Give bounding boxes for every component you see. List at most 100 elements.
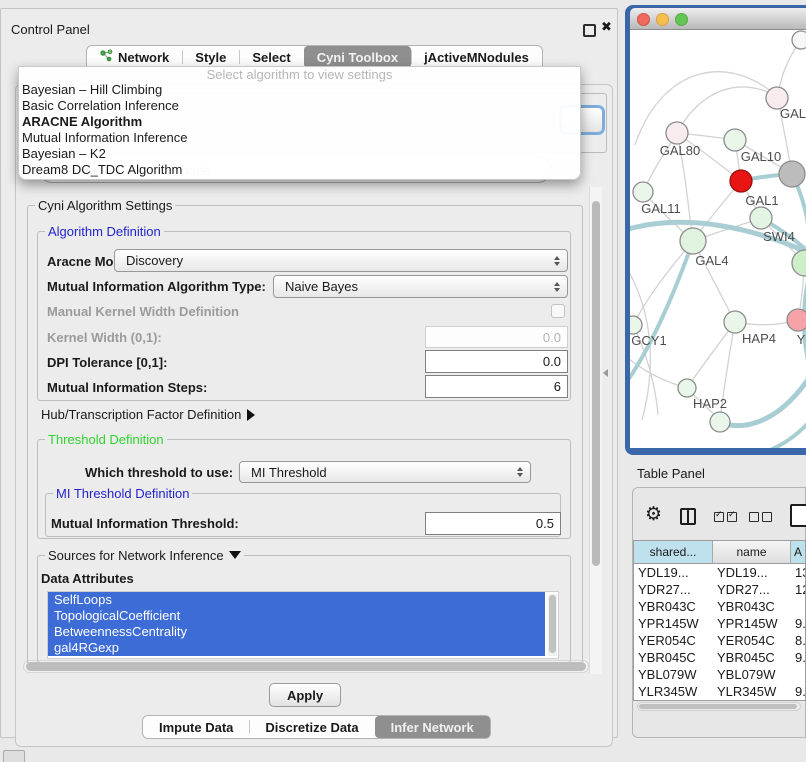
- table-row[interactable]: YBR045C YBR045C 9.: [634, 649, 805, 666]
- algorithm-dropdown-popup: Select algorithm to view settings Bayesi…: [18, 66, 581, 180]
- settings-vertical-scrollbar[interactable]: [589, 187, 602, 674]
- node-table: shared... name A YDL19... YDL19... 13 YD…: [633, 540, 806, 701]
- sources-group-label[interactable]: Sources for Network Inference: [45, 548, 244, 563]
- apply-button[interactable]: Apply: [269, 683, 341, 707]
- tab-cyni-toolbox-label: Cyni Toolbox: [317, 50, 398, 65]
- network-node[interactable]: [779, 161, 805, 187]
- table-row[interactable]: YIL052C YIL052C 9: [634, 700, 805, 701]
- zoom-traffic-light-icon[interactable]: [675, 13, 688, 26]
- column-header-cut[interactable]: A: [791, 541, 805, 563]
- mi-type-combo[interactable]: Naive Bayes: [273, 275, 568, 298]
- scrollbar-thumb[interactable]: [639, 704, 797, 709]
- network-node[interactable]: [710, 412, 730, 432]
- new-table-icon[interactable]: [790, 504, 806, 527]
- deselect-all-columns-icon[interactable]: [749, 512, 772, 522]
- attribute-list-item[interactable]: gal4RGexp: [48, 640, 545, 656]
- hub-definition-toggle[interactable]: Hub/Transcription Factor Definition: [41, 407, 255, 422]
- algorithm-popup-list: Bayesian – Hill ClimbingBasic Correlatio…: [19, 82, 580, 178]
- network-node[interactable]: [792, 250, 806, 276]
- cell-name: YIL052C: [713, 700, 791, 701]
- split-columns-icon[interactable]: [680, 508, 696, 525]
- mi-steps-field[interactable]: 6: [425, 375, 568, 398]
- tab-jactivemnodules[interactable]: jActiveMNodules: [411, 46, 542, 68]
- table-row[interactable]: YBL079W YBL079W: [634, 666, 805, 683]
- column-header-shared-name[interactable]: shared...: [634, 541, 713, 563]
- network-node-GCY1[interactable]: [630, 316, 642, 334]
- scrollbar-thumb[interactable]: [549, 595, 556, 653]
- minimize-traffic-light-icon[interactable]: [656, 13, 669, 26]
- attribute-list-item[interactable]: BetweennessCentrality: [48, 624, 545, 640]
- network-node-GAL4[interactable]: [680, 228, 706, 254]
- sources-title: Sources for Network Inference: [48, 548, 224, 563]
- cell-shared-name: YPR145W: [634, 615, 713, 632]
- network-node-GAL10[interactable]: [724, 129, 746, 151]
- kernel-width-field[interactable]: 0.0: [425, 326, 568, 348]
- tab-select-label: Select: [252, 50, 290, 65]
- network-node-HAP2[interactable]: [678, 379, 696, 397]
- cell-name: YLR345W: [713, 683, 791, 700]
- panel-splitter-arrow[interactable]: [603, 369, 608, 377]
- cell-shared-name: YDL19...: [634, 564, 713, 581]
- column-header-name[interactable]: name: [713, 541, 791, 563]
- attribute-list-item[interactable]: TopologicalCoefficient: [48, 608, 545, 624]
- algorithm-popup-item[interactable]: Basic Correlation Inference: [19, 98, 580, 114]
- tab-network[interactable]: Network: [87, 46, 182, 68]
- tab-infer-network[interactable]: Infer Network: [375, 716, 490, 738]
- apply-label: Apply: [287, 688, 323, 703]
- table-panel-toolbar: ⚙: [632, 500, 806, 536]
- table-row[interactable]: YBR043C YBR043C: [634, 598, 805, 615]
- expand-right-icon: [247, 409, 255, 421]
- tab-impute-data[interactable]: Impute Data: [143, 716, 249, 738]
- attributes-scrollbar[interactable]: [548, 594, 557, 656]
- tab-jactivemnodules-label: jActiveMNodules: [424, 50, 529, 65]
- gear-icon[interactable]: ⚙: [645, 503, 662, 525]
- attribute-list-item[interactable]: SelfLoops: [48, 592, 545, 608]
- corner-grip-button[interactable]: [3, 750, 25, 762]
- network-node-HAP4[interactable]: [724, 311, 746, 333]
- tab-style-label: Style: [195, 50, 226, 65]
- which-threshold-label: Which threshold to use:: [85, 465, 233, 480]
- network-node-SWI4[interactable]: [750, 207, 772, 229]
- close-icon[interactable]: ✖: [601, 20, 612, 35]
- network-node-Y[interactable]: [787, 309, 806, 331]
- table-row[interactable]: YPR145W YPR145W 9.: [634, 615, 805, 632]
- network-node-GAL80[interactable]: [666, 122, 688, 144]
- which-threshold-combo[interactable]: MI Threshold: [239, 461, 531, 483]
- table-row[interactable]: YLR345W YLR345W 9.: [634, 683, 805, 700]
- table-row[interactable]: YER054C YER054C 8.: [634, 632, 805, 649]
- close-traffic-light-icon[interactable]: [637, 13, 650, 26]
- mi-threshold-field[interactable]: 0.5: [425, 512, 561, 535]
- dpi-tolerance-field[interactable]: 0.0: [425, 350, 568, 373]
- algorithm-popup-item[interactable]: Bayesian – K2: [19, 146, 580, 162]
- restore-icon[interactable]: [583, 24, 596, 37]
- combo-stepper-icon: [554, 282, 560, 292]
- node-label: SWI4: [763, 229, 795, 244]
- network-node[interactable]: [792, 31, 806, 49]
- algorithm-popup-item[interactable]: Bayesian – Hill Climbing: [19, 82, 580, 98]
- table-row[interactable]: YDR27... YDR27... 12: [634, 581, 805, 598]
- tab-cyni-toolbox[interactable]: Cyni Toolbox: [304, 46, 411, 68]
- table-horizontal-scrollbar[interactable]: [637, 702, 801, 711]
- network-node-GAL11[interactable]: [633, 182, 653, 202]
- algorithm-popup-item[interactable]: Dream8 DC_TDC Algorithm: [19, 162, 580, 178]
- network-node-GAL1[interactable]: [730, 170, 752, 192]
- manual-kernel-checkbox[interactable]: [551, 304, 565, 318]
- which-threshold-value: MI Threshold: [251, 465, 327, 480]
- algorithm-definition-label: Algorithm Definition: [45, 224, 164, 239]
- node-label: Y: [797, 332, 806, 347]
- aracne-mode-combo[interactable]: Discovery: [114, 249, 568, 272]
- cell-shared-name: YBL079W: [634, 666, 713, 683]
- select-all-columns-icon[interactable]: [714, 512, 737, 522]
- scrollbar-thumb[interactable]: [592, 201, 600, 566]
- algorithm-popup-item[interactable]: ARACNE Algorithm: [19, 114, 580, 130]
- cell-name: YBR043C: [713, 598, 791, 615]
- table-row[interactable]: YDL19... YDL19... 13: [634, 564, 805, 581]
- tab-discretize-data[interactable]: Discretize Data: [249, 716, 374, 738]
- network-window-titlebar[interactable]: [630, 8, 806, 30]
- tab-select[interactable]: Select: [239, 46, 303, 68]
- network-canvas[interactable]: GALGAL80GAL10GAL1GAL11SWI4GAL4GCY1HAP4YH…: [630, 30, 806, 448]
- data-attributes-list[interactable]: SelfLoopsTopologicalCoefficientBetweenne…: [47, 591, 559, 659]
- algorithm-popup-item[interactable]: Mutual Information Inference: [19, 130, 580, 146]
- control-panel: Control Panel ✖ Network Style: [0, 8, 618, 738]
- tab-style[interactable]: Style: [182, 46, 239, 68]
